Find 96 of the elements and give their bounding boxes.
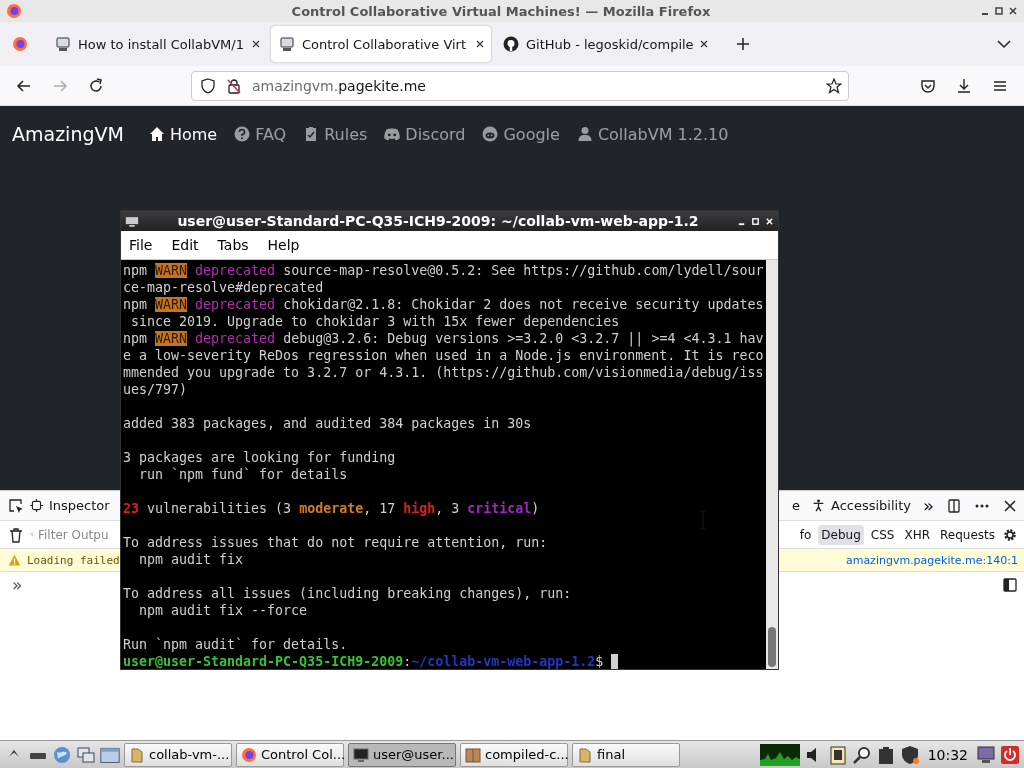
firefox-icon: [6, 3, 22, 19]
download-icon[interactable]: [956, 77, 972, 94]
filter-button[interactable]: XHR: [901, 524, 933, 545]
source-link[interactable]: amazingvm.pagekite.me:140:1: [845, 553, 1018, 567]
menu-item[interactable]: Tabs: [217, 237, 249, 253]
address-field[interactable]: amazingvm.pagekite.me: [191, 70, 849, 101]
nav-link[interactable]: Rules: [302, 124, 368, 144]
nav-link[interactable]: Discord: [383, 124, 466, 144]
folder-icon: [577, 746, 593, 763]
plus-icon[interactable]: [735, 36, 751, 52]
terminal-title: user@user-Standard-PC-Q35-ICH9-2009: ~/collab-vm-web-app-1.2: [176, 213, 700, 229]
split-icon[interactable]: [1002, 577, 1018, 593]
computer-icon: [279, 36, 295, 52]
terminal-line: npm audit fix: [138, 551, 245, 568]
computer-icon: [55, 36, 71, 52]
terminal-line: npm WARN deprecated debug@3.2.6: Debug versions >=3.2.0 <3.2.7 || >=4 <4.3.1 hav: [123, 330, 765, 347]
terminal-line: run `npm fund` for details: [138, 466, 349, 483]
shield-icon: [200, 77, 216, 94]
lock-icon: [226, 77, 242, 94]
menu-item[interactable]: Edit: [171, 237, 199, 253]
browser-tab[interactable]: GitHub - legoskid/compile: [495, 26, 715, 62]
settings-icon[interactable]: [1002, 526, 1018, 543]
terminal-line: since 2019. Upgrade to chokidar 3 with 15x fewer dependencies: [130, 313, 621, 330]
clock[interactable]: 10:32: [927, 746, 968, 763]
close-icon[interactable]: [475, 39, 485, 49]
warning-icon: [8, 553, 21, 567]
close-icon[interactable]: [699, 39, 709, 49]
close-icon[interactable]: [251, 39, 261, 49]
monitor-icon: [125, 215, 139, 227]
back-icon[interactable]: [16, 77, 32, 94]
task-button[interactable]: user@user...: [348, 742, 456, 767]
star-icon[interactable]: [826, 77, 842, 94]
window-title: Control Collaborative Virtual Machines! — Mozilla Firefox: [290, 3, 712, 19]
task-button[interactable]: final: [572, 742, 680, 767]
scrollbar[interactable]: [766, 260, 778, 669]
site-brand[interactable]: AmazingVM: [12, 123, 124, 145]
monitor-icon: [353, 746, 369, 763]
filter-button[interactable]: CSS: [867, 524, 898, 545]
filter-field[interactable]: Filter Outpu: [30, 527, 118, 542]
help-icon: [233, 126, 252, 142]
cpu-graph: [759, 743, 800, 766]
terminal-line: npm audit fix --force: [138, 602, 309, 619]
terminal-line: To address issues that do not require attention, run:: [123, 534, 549, 551]
filter-button[interactable]: Requests: [937, 524, 998, 545]
terminal-line: 23 vulnerabilities (3 moderate, 17 high, 3 critical): [123, 500, 541, 517]
console-prompt: »: [11, 575, 23, 595]
pocket-icon[interactable]: [920, 77, 936, 94]
terminal-line: ues/797): [123, 381, 189, 398]
terminal-line: npm WARN deprecated source-map-resolve@0.5.2: See https://github.com/lydell/sour: [123, 262, 765, 279]
firefox-icon[interactable]: [12, 36, 28, 52]
terminal-line: added 383 packages, and audited 384 packages in 30s: [123, 415, 533, 432]
inspector-tab[interactable]: Inspector: [30, 498, 110, 513]
maximize-icon[interactable]: [994, 6, 1004, 16]
windows-icon[interactable]: [76, 744, 96, 765]
terminal-line: Run `npm audit` for details.: [123, 636, 349, 653]
filter-button[interactable]: fo: [796, 524, 815, 545]
browser-tab[interactable]: How to install CollabVM/1: [47, 26, 267, 62]
menu-item[interactable]: File: [129, 237, 153, 253]
filter-button[interactable]: Debug: [818, 524, 864, 545]
text-cursor: [611, 654, 619, 669]
shield-icon[interactable]: [899, 744, 920, 765]
power-icon[interactable]: [1000, 744, 1020, 765]
warning-message: Loading failed: [27, 553, 120, 567]
discord-icon: [383, 126, 402, 142]
firefox-icon: [241, 746, 257, 763]
task-button[interactable]: compiled-c...: [460, 742, 568, 767]
terminal-line: To address all issues (including breaking changes), run:: [123, 585, 573, 602]
monitor-icon[interactable]: [976, 744, 996, 765]
nav-link[interactable]: Google: [481, 124, 560, 144]
accessibility-tab[interactable]: Accessibility: [812, 498, 911, 513]
task-button[interactable]: Control Col...: [236, 742, 344, 767]
reload-icon[interactable]: [88, 77, 104, 94]
more-tabs-button[interactable]: »: [923, 495, 934, 516]
menu-item[interactable]: Help: [267, 237, 300, 253]
person-icon: [812, 499, 825, 512]
terminal-line: e a low-severity ReDos regression when used in a Node.js environment. It is reco: [123, 347, 765, 364]
close-icon[interactable]: [1002, 497, 1018, 514]
box-icon: [465, 746, 481, 763]
terminal-line: ce-map-resolve#deprecated: [123, 279, 325, 296]
terminal-line: 3 packages are looking for funding: [123, 449, 397, 466]
browser-tab[interactable]: Control Collaborative Virt: [271, 26, 491, 62]
nav-link[interactable]: CollabVM 1.2.10: [575, 124, 729, 144]
nav-link[interactable]: FAQ: [233, 124, 287, 144]
terminal-line: mmended you upgrade to 3.2.7 or 4.3.1. (https://github.com/visionmedia/debug/iss: [123, 364, 765, 381]
terminal-line: user@user-Standard-PC-Q35-ICH9-2009:~/collab-vm-web-app-1.2$: [123, 653, 766, 669]
close-icon[interactable]: [1008, 6, 1018, 16]
folder-icon: [129, 746, 145, 763]
trash-icon[interactable]: [8, 526, 24, 543]
magnifier-icon[interactable]: [851, 744, 872, 765]
dock-icon[interactable]: [946, 497, 962, 514]
task-button[interactable]: collab-vm-...: [124, 742, 232, 767]
chip-icon: [30, 499, 43, 512]
devtools-tab[interactable]: e: [792, 498, 800, 513]
terminal-line: npm WARN deprecated chokidar@2.1.8: Chokidar 2 does not receive security updates: [123, 296, 765, 313]
picker-icon[interactable]: [8, 497, 24, 514]
nav-link[interactable]: Home: [147, 124, 218, 144]
